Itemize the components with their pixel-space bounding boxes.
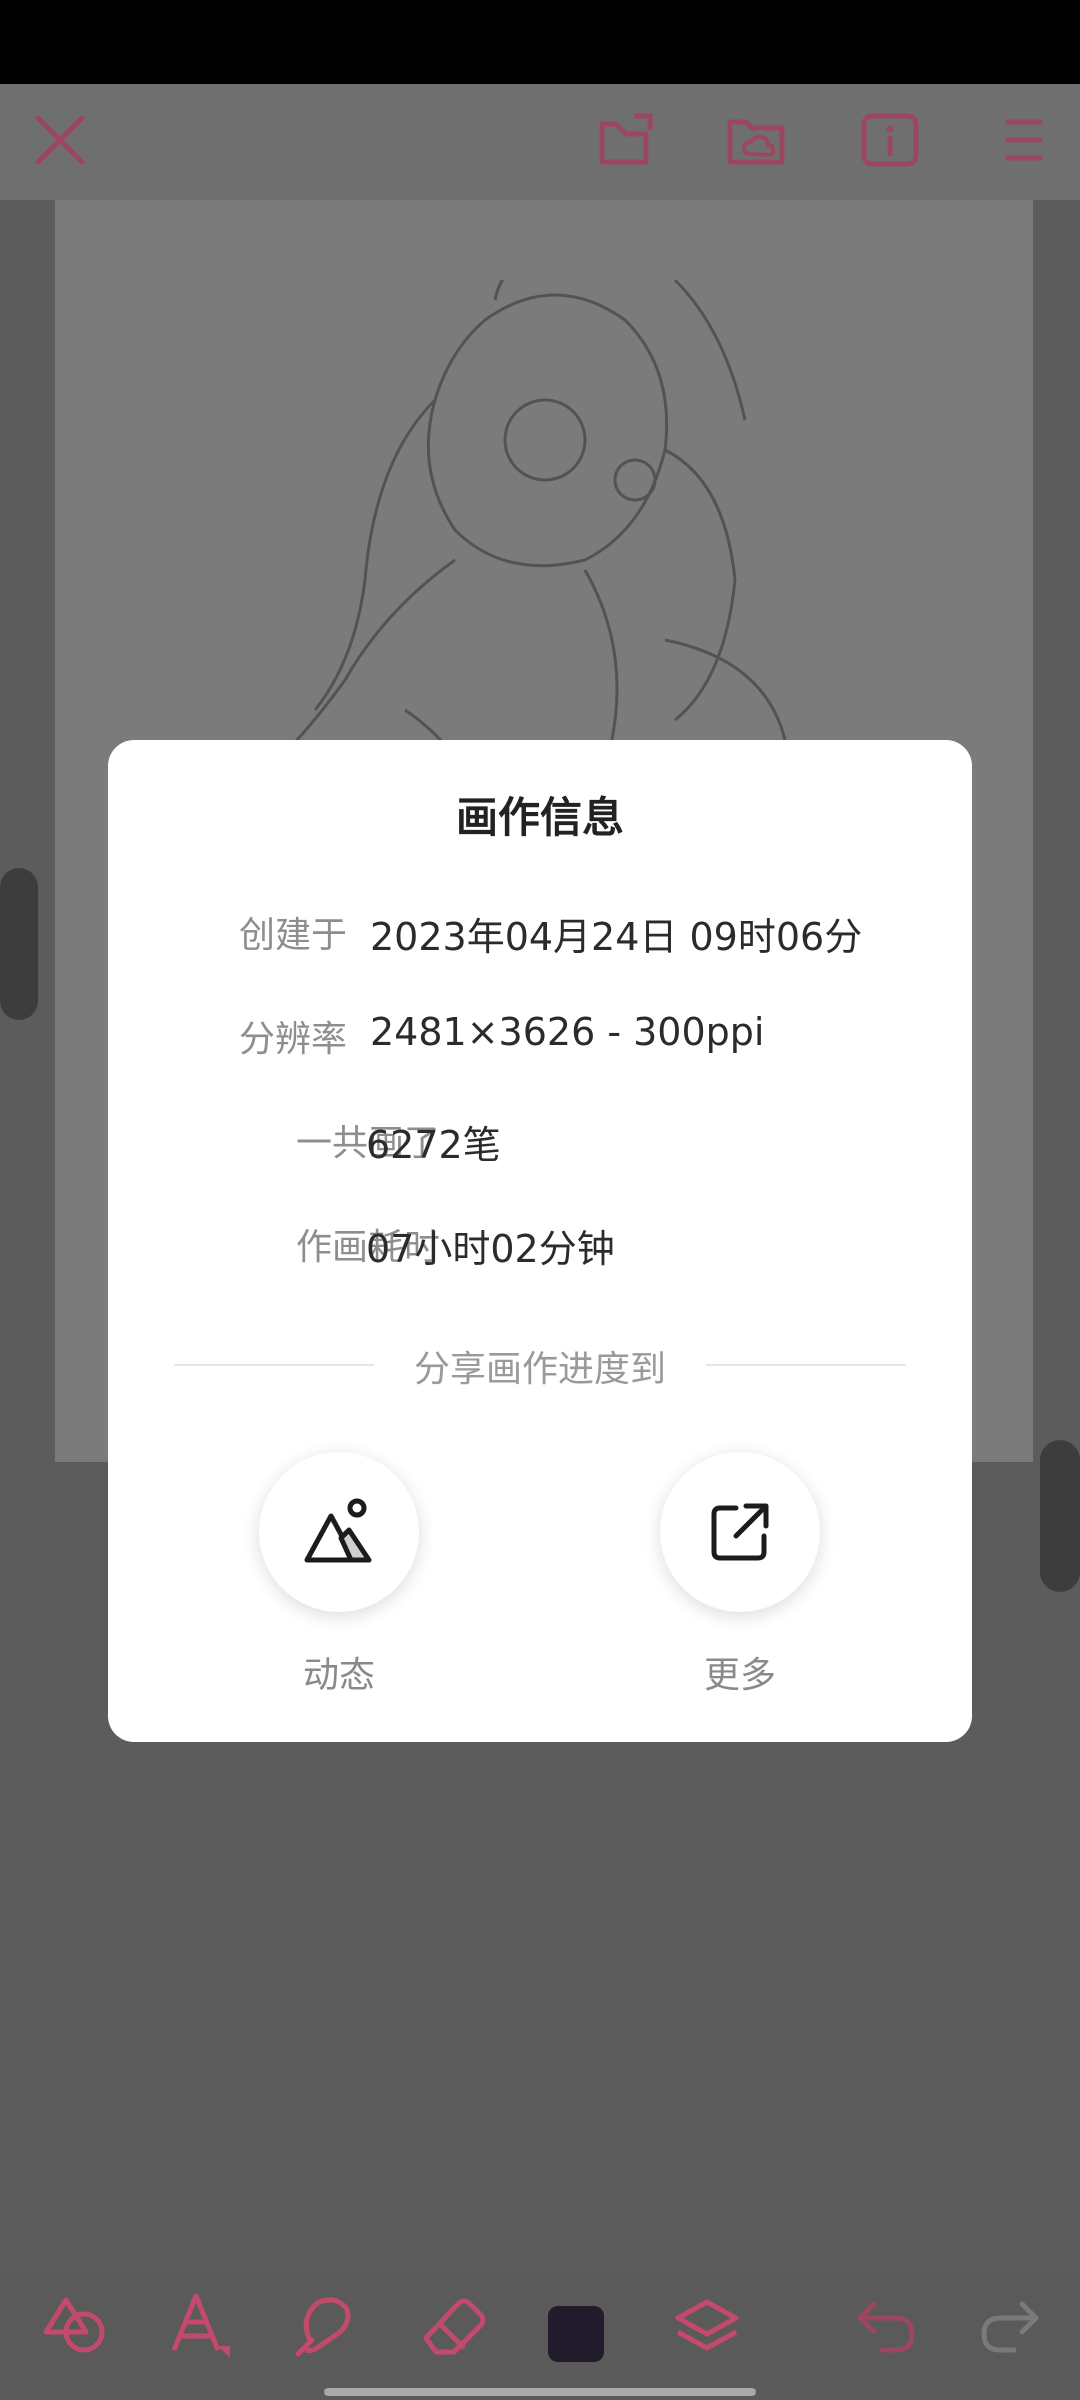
info-row-strokes: 一共画了 6272笔 [108, 1114, 972, 1174]
right-edge-handle[interactable] [1040, 1440, 1080, 1592]
external-link-icon [711, 1503, 769, 1561]
smudge-icon[interactable] [290, 2290, 360, 2360]
share-heading: 分享画作进度到 [413, 1349, 666, 1390]
layers-icon[interactable] [672, 2290, 742, 2360]
menu-icon[interactable] [1000, 108, 1064, 172]
home-indicator[interactable] [324, 2388, 756, 2396]
info-value: 2481×3626 - 300ppi [370, 1010, 765, 1054]
info-row-duration: 作画耗时 07小时02分钟 [108, 1218, 972, 1278]
left-edge-handle[interactable] [0, 868, 38, 1020]
info-label: 创建于 [238, 915, 347, 956]
info-value: 07小时02分钟 [366, 1227, 615, 1271]
info-label: 分辨率 [238, 1019, 347, 1060]
shapes-icon[interactable] [40, 2290, 110, 2360]
mountain-image-icon [304, 1498, 372, 1563]
eraser-icon[interactable] [418, 2290, 488, 2360]
cloud-folder-icon[interactable] [724, 108, 788, 172]
share-more-label: 更多 [703, 1655, 776, 1696]
undo-icon[interactable] [852, 2290, 922, 2360]
info-value: 6272笔 [366, 1123, 501, 1167]
divider-line-right [706, 1364, 906, 1366]
redo-icon[interactable] [974, 2290, 1044, 2360]
info-row-created: 创建于 2023年04月24日 09时06分 [108, 906, 972, 966]
dialog-title: 画作信息 [455, 793, 624, 842]
info-value: 2023年04月24日 09时06分 [370, 915, 863, 959]
artwork-info-dialog: 画作信息 创建于 2023年04月24日 09时06分 分辨率 2481×362… [108, 740, 972, 1742]
share-moments-button[interactable] [259, 1452, 419, 1612]
info-row-resolution: 分辨率 2481×3626 - 300ppi [108, 1010, 972, 1070]
share-divider: 分享画作进度到 [174, 1340, 906, 1390]
status-bar [0, 0, 1080, 84]
top-toolbar [0, 84, 1080, 200]
brush-icon[interactable] [162, 2290, 232, 2360]
share-more-button[interactable] [660, 1452, 820, 1612]
color-swatch[interactable] [548, 2306, 604, 2362]
canvas-edit-icon[interactable] [594, 108, 658, 172]
share-moments-label: 动态 [302, 1655, 375, 1696]
info-icon[interactable] [858, 108, 922, 172]
close-icon[interactable] [28, 108, 92, 172]
bottom-toolbar [0, 2270, 1080, 2400]
